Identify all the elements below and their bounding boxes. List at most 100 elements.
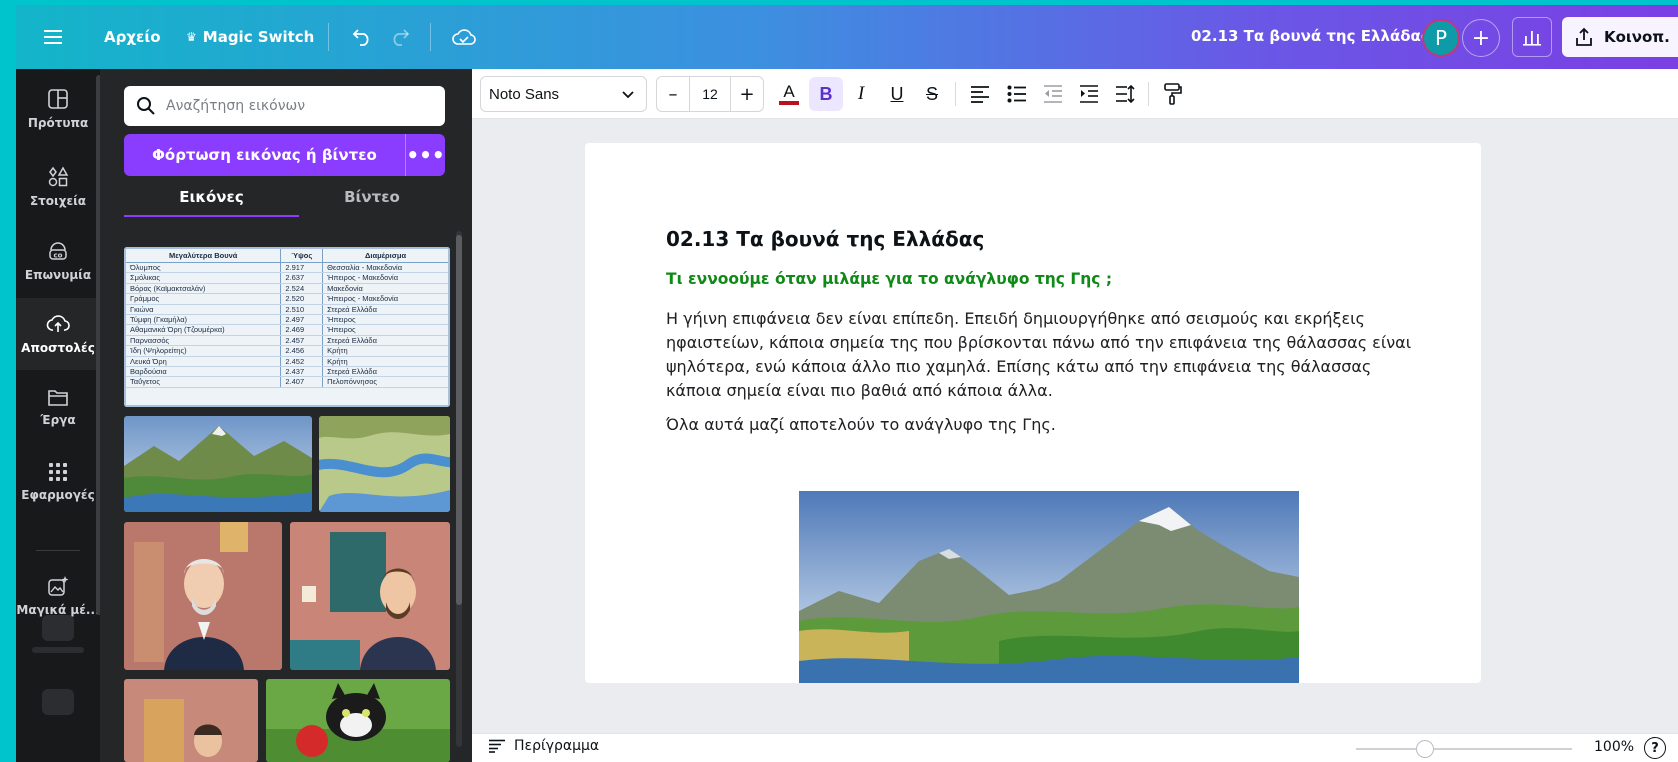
redo-icon[interactable] [380, 17, 420, 57]
image-thumbnail-cat[interactable] [266, 679, 450, 762]
table-row: Βόρας (Καϊμακτσαλάν) 2.524 Μακεδονία [126, 283, 448, 295]
placeholder-app-icon [42, 689, 74, 715]
image-thumbnail-mountain-table[interactable]: Μεγαλύτερα Βουνά Ύψος Διαμέρισμα Όλυμπος… [124, 247, 450, 407]
scroll-thumb[interactable] [456, 235, 462, 605]
app-window: Αρχείο ♛ Magic Switch 02.13 Τα βουνά της… [16, 5, 1678, 762]
rail-item-projects[interactable]: Έργα [16, 371, 100, 443]
menu-icon[interactable] [33, 17, 73, 57]
underline-button[interactable]: U [880, 77, 914, 111]
rail-label: Στοιχεία [29, 194, 87, 208]
zoom-slider-track[interactable] [1356, 748, 1572, 750]
magic-media-icon [48, 576, 69, 596]
table-cell: Γκιώνα [126, 304, 281, 316]
cloud-saved-icon[interactable] [444, 17, 484, 57]
tab-images[interactable]: Εικόνες [124, 179, 299, 215]
top-bar: Αρχείο ♛ Magic Switch 02.13 Τα βουνά της… [16, 5, 1678, 69]
font-family-select[interactable]: Noto Sans [480, 76, 647, 112]
file-menu-button[interactable]: Αρχείο [104, 17, 161, 57]
document-heading[interactable]: 02.13 Τα βουνά της Ελλάδας [666, 227, 984, 251]
align-left-button[interactable] [963, 77, 997, 111]
help-button[interactable]: ? [1644, 737, 1666, 759]
table-cell: Όλυμπος [126, 262, 281, 274]
tab-videos[interactable]: Βίντεο [299, 179, 445, 215]
table-row: Σμόλικας 2.637 Ήπειρος - Μακεδονία [126, 272, 448, 284]
bold-button[interactable]: B [809, 77, 843, 111]
outline-icon [489, 739, 505, 753]
rail-item-brand[interactable]: co Επωνυμία [16, 225, 100, 297]
panel-scrollbar[interactable] [454, 219, 464, 759]
table-row: Λευκά Όρη 2.452 Κρήτη [126, 356, 448, 368]
magic-switch-button[interactable]: ♛ Magic Switch [186, 17, 314, 57]
insights-button[interactable] [1512, 17, 1552, 57]
increase-indent-button[interactable] [1072, 77, 1106, 111]
italic-button[interactable]: I [844, 77, 878, 111]
font-size-value[interactable]: 12 [689, 77, 731, 111]
more-options-button[interactable]: ••• [405, 134, 445, 176]
outline-label: Περίγραμμα [514, 738, 600, 754]
file-menu-label: Αρχείο [104, 28, 161, 46]
table-cell: 2.452 [280, 356, 324, 368]
table-cell: 2.510 [280, 304, 324, 316]
table-cell: 2.469 [280, 324, 324, 336]
table-cell: Κρήτη [322, 345, 448, 357]
rail-item-elements[interactable]: Στοιχεία [16, 151, 100, 223]
line-spacing-button[interactable] [1108, 77, 1142, 111]
text-color-button[interactable]: A [772, 77, 806, 111]
zoom-level[interactable]: 100% [1594, 739, 1634, 755]
document-page[interactable]: 02.13 Τα βουνά της Ελλάδας Τι εννοούμε ό… [585, 143, 1481, 683]
table-cell: Θεσσαλία - Μακεδονία [322, 262, 448, 274]
image-thumbnail-portrait-3[interactable] [124, 679, 258, 762]
document-paragraph[interactable]: Η γήινη επιφάνεια δεν είναι επίπεδη. Επε… [666, 307, 1426, 403]
copy-style-button[interactable] [1156, 77, 1190, 111]
plus-icon: + [1471, 25, 1491, 51]
table-header: Ύψος [280, 249, 324, 263]
apps-grid-icon [49, 463, 67, 481]
underline-icon: U [890, 83, 904, 104]
share-button[interactable]: Κοινοπ. [1562, 17, 1678, 57]
table-row: Παρνασσός 2.457 Στερεά Ελλάδα [126, 335, 448, 347]
image-thumbnail-portrait-2[interactable] [290, 522, 450, 670]
table-cell: 2.524 [280, 283, 324, 295]
increase-font-size-button[interactable]: + [731, 84, 763, 105]
table-row: Ίδη (Ψηλορείτης) 2.456 Κρήτη [126, 345, 448, 357]
strikethrough-icon: S [925, 83, 938, 104]
portrait-image [124, 679, 258, 762]
rail-item-templates[interactable]: Πρότυπα [16, 73, 100, 145]
table-cell: Γράμμος [126, 293, 281, 305]
search-box[interactable] [124, 86, 445, 126]
image-thumbnail-river-map[interactable] [319, 416, 450, 512]
table-row: Βαρδούσια 2.437 Στερεά Ελλάδα [126, 366, 448, 378]
outline-button[interactable]: Περίγραμμα [488, 738, 599, 754]
upload-button[interactable]: Φόρτωση εικόνας ή βίντεο [124, 134, 405, 176]
table-cell: Πελοπόννησος [322, 376, 448, 388]
bullet-list-button[interactable] [1000, 77, 1034, 111]
landscape-illustration[interactable] [799, 491, 1299, 683]
decrease-font-size-button[interactable]: – [657, 84, 689, 105]
table-cell: Βαρδούσια [126, 366, 281, 378]
rail-label: Επωνυμία [24, 268, 92, 282]
decrease-indent-button[interactable] [1036, 77, 1070, 111]
add-collaborator-button[interactable]: + [1462, 19, 1500, 57]
document-subheading[interactable]: Τι εννοούμε όταν μιλάμε για το ανάγλυφο … [666, 270, 1112, 288]
table-cell: Κρήτη [322, 356, 448, 368]
table-cell: Ήπειρος - Μακεδονία [322, 272, 448, 284]
paint-roller-icon [1164, 83, 1182, 105]
image-thumbnail-portrait-1[interactable] [124, 522, 282, 670]
upload-button-group: Φόρτωση εικόνας ή βίντεο ••• [124, 134, 445, 176]
rail-item-apps[interactable]: Εφαρμογές [16, 446, 100, 518]
text-toolbar: Noto Sans – 12 + A B I U S [472, 69, 1678, 119]
table-cell: Ήπειρος - Μακεδονία [322, 293, 448, 305]
image-thumbnail-mountains-landscape[interactable] [124, 416, 312, 512]
rail-item-uploads[interactable]: Αποστολές [16, 298, 100, 370]
table-cell: 2.407 [280, 376, 324, 388]
magic-switch-label: Magic Switch [202, 28, 315, 46]
document-title[interactable]: 02.13 Τα βουνά της Ελλάδας [1191, 27, 1430, 45]
left-rail: Πρότυπα Στοιχεία co Επωνυμία Αποστολές Έ… [16, 69, 102, 762]
undo-icon[interactable] [342, 17, 382, 57]
rail-label: Εφαρμογές [21, 488, 95, 502]
avatar[interactable]: P [1422, 19, 1460, 57]
zoom-slider-handle[interactable] [1416, 740, 1434, 758]
strikethrough-button[interactable]: S [915, 77, 949, 111]
search-input[interactable] [166, 98, 436, 114]
document-paragraph[interactable]: Όλα αυτά μαζί αποτελούν το ανάγλυφο της … [666, 415, 1056, 434]
